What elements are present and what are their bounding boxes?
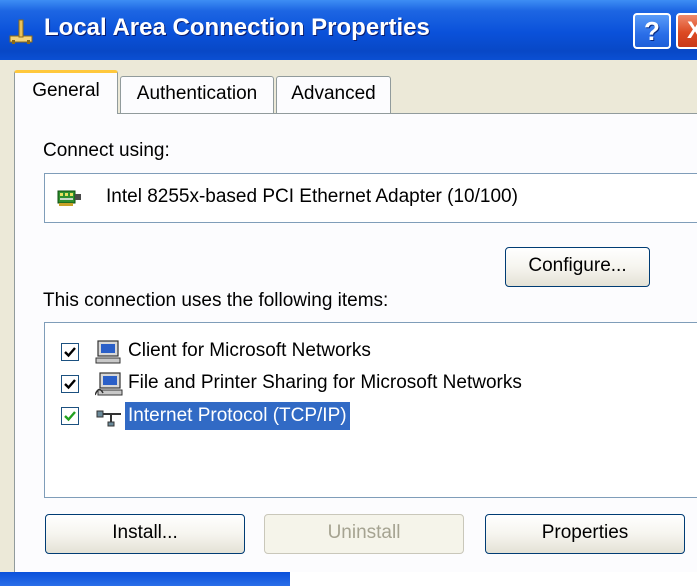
properties-dialog: Local Area Connection Properties ? X Gen… xyxy=(0,0,697,586)
item-label: File and Printer Sharing for Microsoft N… xyxy=(128,372,522,393)
tab-authentication[interactable]: Authentication xyxy=(120,76,274,113)
adapter-field: Intel 8255x-based PCI Ethernet Adapter (… xyxy=(44,173,697,223)
network-connection-icon xyxy=(9,19,33,44)
components-list[interactable]: Client for Microsoft Networks File and P… xyxy=(44,322,697,498)
title-bar[interactable]: Local Area Connection Properties ? X xyxy=(0,0,697,60)
background-window-titlebar xyxy=(0,572,290,586)
item-label: Internet Protocol (TCP/IP) xyxy=(125,402,350,430)
item-checkbox[interactable] xyxy=(61,407,79,425)
properties-button[interactable]: Properties xyxy=(485,514,685,554)
adapter-name: Intel 8255x-based PCI Ethernet Adapter (… xyxy=(106,186,518,207)
window-title: Local Area Connection Properties xyxy=(44,14,430,41)
checkmark-icon xyxy=(64,411,76,422)
configure-button[interactable]: Configure... xyxy=(505,247,650,287)
file-printer-sharing-icon xyxy=(95,372,123,396)
network-client-icon xyxy=(95,340,121,364)
list-item[interactable]: File and Printer Sharing for Microsoft N… xyxy=(45,369,685,399)
tab-general[interactable]: General xyxy=(14,70,118,114)
items-label: This connection uses the following items… xyxy=(43,290,389,311)
list-item[interactable]: Internet Protocol (TCP/IP) xyxy=(45,401,685,431)
uninstall-button: Uninstall xyxy=(264,514,464,554)
install-button[interactable]: Install... xyxy=(45,514,245,554)
item-checkbox[interactable] xyxy=(61,375,79,393)
network-protocol-icon xyxy=(96,410,121,427)
close-button[interactable]: X xyxy=(676,13,697,49)
connect-using-label: Connect using: xyxy=(43,140,170,161)
item-checkbox[interactable] xyxy=(61,343,79,361)
list-item[interactable]: Client for Microsoft Networks xyxy=(45,337,685,367)
checkmark-icon xyxy=(64,347,76,358)
checkmark-icon xyxy=(64,379,76,390)
network-adapter-icon xyxy=(57,190,81,206)
help-button[interactable]: ? xyxy=(633,13,671,49)
item-label: Client for Microsoft Networks xyxy=(128,340,371,361)
tab-advanced[interactable]: Advanced xyxy=(276,76,391,113)
